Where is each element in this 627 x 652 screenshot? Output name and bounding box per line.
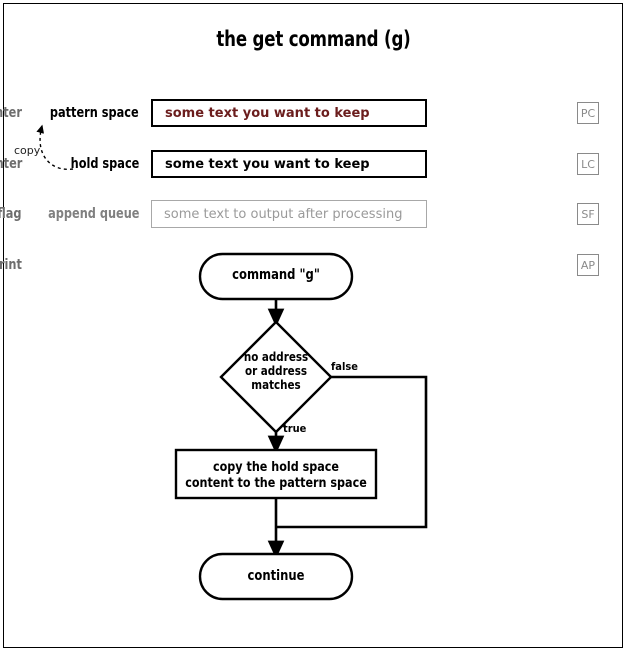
node-decision-line-1: no address [243, 349, 309, 364]
node-decision-line-2: or address [244, 363, 308, 378]
diagram-canvas: the get command (g) pattern space some t… [0, 0, 627, 652]
node-continue-label: continue [247, 568, 305, 584]
node-decision-line-3: matches [251, 377, 301, 392]
node-process-label: copy the hold space content to the patte… [185, 459, 367, 491]
node-process-line-2: content to the pattern space [185, 475, 367, 491]
flowchart-graphic [174, 252, 428, 601]
node-start-label: command "g" [232, 267, 320, 283]
edge-label-false: false [331, 360, 358, 373]
node-decision-label: no address or address matches [230, 350, 322, 392]
node-process-line-1: copy the hold space [213, 459, 339, 475]
edge-label-true: true [283, 422, 307, 435]
